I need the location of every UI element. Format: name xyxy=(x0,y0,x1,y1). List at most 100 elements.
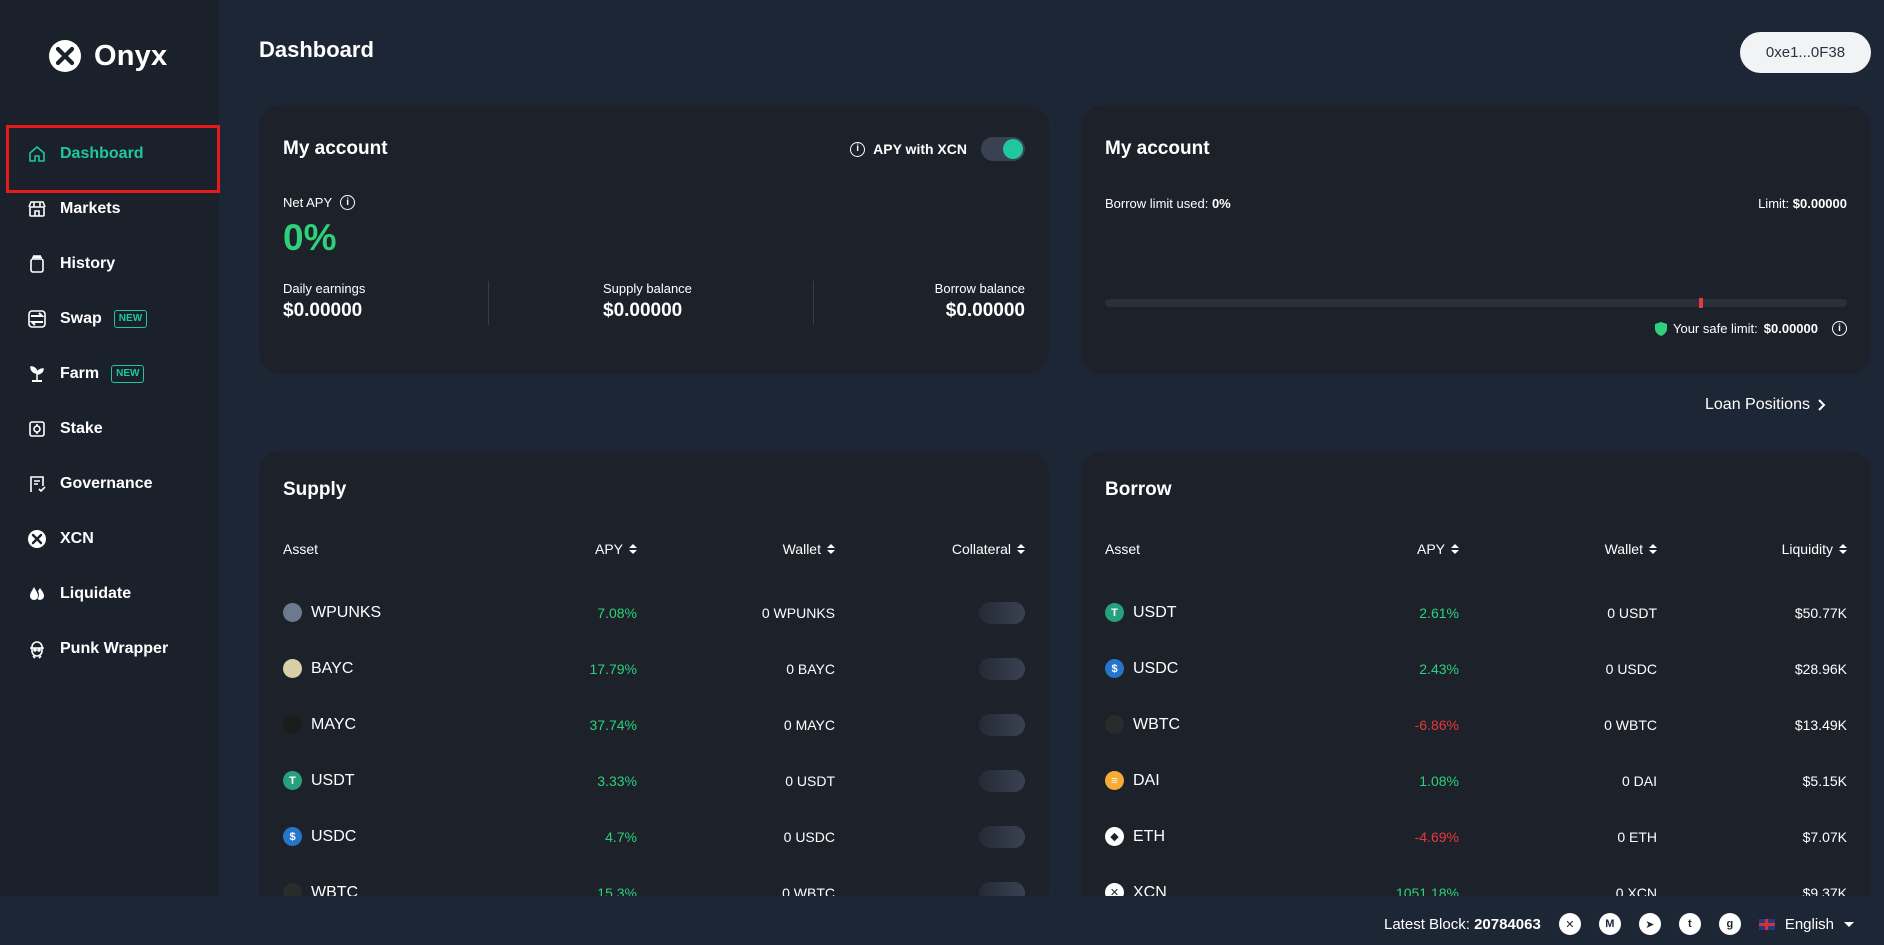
collateral-toggle[interactable] xyxy=(979,602,1025,624)
table-row[interactable]: T USDT 3.33% 0 USDT xyxy=(259,753,1049,809)
apy-cell: 3.33% xyxy=(597,773,637,789)
divider xyxy=(813,281,814,325)
info-icon[interactable]: i xyxy=(850,141,866,157)
app-logo[interactable]: Onyx xyxy=(48,36,167,76)
apy-cell: 7.08% xyxy=(597,605,637,621)
sidebar-item-history[interactable]: History xyxy=(0,236,219,291)
sidebar-item-farm[interactable]: Farm NEW xyxy=(0,346,219,401)
info-icon[interactable]: i xyxy=(340,195,356,210)
header-label: Collateral xyxy=(951,541,1011,557)
token-icon xyxy=(1105,715,1124,734)
column-header-asset[interactable]: Asset xyxy=(1105,541,1140,557)
divider xyxy=(488,281,489,325)
table-row[interactable]: ◆ ETH -4.69% 0 ETH $7.07K xyxy=(1081,809,1871,865)
onyx-social-icon[interactable]: ✕ xyxy=(1558,913,1581,935)
uk-flag-icon xyxy=(1758,918,1775,930)
sidebar-item-punk-wrapper[interactable]: Punk Wrapper xyxy=(0,621,219,676)
sidebar-item-stake[interactable]: Stake xyxy=(0,401,219,456)
sidebar-item-label: Dashboard xyxy=(60,144,144,162)
app-name: Onyx xyxy=(94,39,168,72)
sort-icon xyxy=(1839,544,1847,554)
apy-cell: 1.08% xyxy=(1419,773,1459,789)
sidebar-item-governance[interactable]: Governance xyxy=(0,456,219,511)
column-header-collateral[interactable]: Collateral xyxy=(952,541,1025,557)
sidebar-item-swap[interactable]: Swap NEW xyxy=(0,291,219,346)
borrow-limit-card: My account Borrow limit used: 0% Limit: … xyxy=(1081,105,1871,374)
table-row[interactable]: ≡ DAI 1.08% 0 DAI $5.15K xyxy=(1081,753,1871,809)
liquidity-cell: $28.96K xyxy=(1794,661,1847,677)
telegram-icon[interactable]: ➤ xyxy=(1638,913,1661,935)
sort-icon xyxy=(1649,544,1657,554)
xcn-icon xyxy=(26,528,48,550)
table-row[interactable]: $ USDC 2.43% 0 USDC $28.96K xyxy=(1081,641,1871,697)
farm-icon xyxy=(26,363,48,385)
sort-icon xyxy=(629,544,637,554)
collateral-toggle[interactable] xyxy=(979,770,1025,792)
sort-icon xyxy=(1451,544,1459,554)
asset-cell: WPUNKS xyxy=(283,603,381,622)
info-icon[interactable]: i xyxy=(1832,321,1847,336)
governance-icon xyxy=(26,473,48,495)
github-icon[interactable]: g xyxy=(1718,913,1741,935)
table-row[interactable]: WBTC -6.86% 0 WBTC $13.49K xyxy=(1081,697,1871,753)
sidebar-item-dashboard[interactable]: Dashboard xyxy=(0,125,220,193)
collateral-toggle[interactable] xyxy=(979,714,1025,736)
sort-icon xyxy=(1017,544,1025,554)
stat-label: Supply balance xyxy=(603,281,692,296)
collateral-toggle[interactable] xyxy=(979,826,1025,848)
limit-label: Limit: xyxy=(1758,196,1790,211)
latest-block-label: Latest Block: xyxy=(1384,915,1470,933)
asset-cell: BAYC xyxy=(283,659,353,678)
asset-cell: $ USDC xyxy=(283,827,356,846)
apy-xcn-toggle[interactable] xyxy=(981,137,1025,161)
column-header-wallet[interactable]: Wallet xyxy=(783,541,835,557)
sidebar-item-label: Punk Wrapper xyxy=(60,639,169,657)
medium-icon[interactable]: M xyxy=(1598,913,1621,935)
column-header-liquidity[interactable]: Liquidity xyxy=(1782,541,1847,557)
column-header-apy[interactable]: APY xyxy=(1417,541,1459,557)
asset-name: WBTC xyxy=(1133,715,1181,733)
table-row[interactable]: BAYC 17.79% 0 BAYC xyxy=(259,641,1049,697)
net-apy-header: Net APY i xyxy=(283,195,356,210)
loan-positions-link[interactable]: Loan Positions xyxy=(1705,396,1826,414)
apy-cell: 17.79% xyxy=(589,661,637,677)
onyx-logo-icon xyxy=(49,40,81,72)
stake-icon xyxy=(26,418,48,440)
token-icon: T xyxy=(283,771,302,790)
card-title: Supply xyxy=(283,479,347,500)
asset-cell: T USDT xyxy=(1105,603,1177,622)
asset-name: BAYC xyxy=(311,659,354,677)
token-icon xyxy=(283,659,302,678)
column-header-wallet[interactable]: Wallet xyxy=(1605,541,1657,557)
safe-limit-label: Your safe limit: xyxy=(1672,321,1758,336)
stat-value: $0.00000 xyxy=(603,300,683,321)
sidebar-item-liquidate[interactable]: Liquidate xyxy=(0,566,219,621)
loan-positions-label: Loan Positions xyxy=(1705,396,1810,413)
latest-block-value: 20784063 xyxy=(1474,915,1541,933)
header-label: Asset xyxy=(283,541,319,557)
sidebar-item-label: History xyxy=(60,254,116,272)
column-header-asset[interactable]: Asset xyxy=(283,541,318,557)
language-label: English xyxy=(1784,915,1835,933)
table-row[interactable]: MAYC 37.74% 0 MAYC xyxy=(259,697,1049,753)
account-summary-card: My account i APY with XCN Net APY i 0% D… xyxy=(259,105,1049,374)
history-icon xyxy=(26,253,48,275)
supply-card: Supply Asset APY Wallet Collateral WPUNK… xyxy=(259,451,1049,911)
sidebar-item-xcn[interactable]: XCN xyxy=(0,511,219,566)
borrow-limit-value: 0% xyxy=(1211,196,1231,211)
asset-cell: WBTC xyxy=(1105,715,1180,734)
twitter-icon[interactable]: t xyxy=(1678,913,1701,935)
apy-cell: -4.69% xyxy=(1414,829,1459,845)
sidebar-item-markets[interactable]: Markets xyxy=(0,181,219,236)
collateral-toggle[interactable] xyxy=(979,658,1025,680)
column-header-apy[interactable]: APY xyxy=(595,541,637,557)
table-row[interactable]: T USDT 2.61% 0 USDT $50.77K xyxy=(1081,585,1871,641)
asset-cell: T USDT xyxy=(283,771,355,790)
liquidity-cell: $50.77K xyxy=(1794,605,1847,621)
language-selector[interactable]: English xyxy=(1758,915,1855,933)
latest-block: Latest Block: 20784063 xyxy=(1384,916,1541,933)
wallet-address-button[interactable]: 0xe1...0F38 xyxy=(1740,32,1871,73)
liquidate-icon xyxy=(26,583,48,605)
table-row[interactable]: $ USDC 4.7% 0 USDC xyxy=(259,809,1049,865)
table-row[interactable]: WPUNKS 7.08% 0 WPUNKS xyxy=(259,585,1049,641)
